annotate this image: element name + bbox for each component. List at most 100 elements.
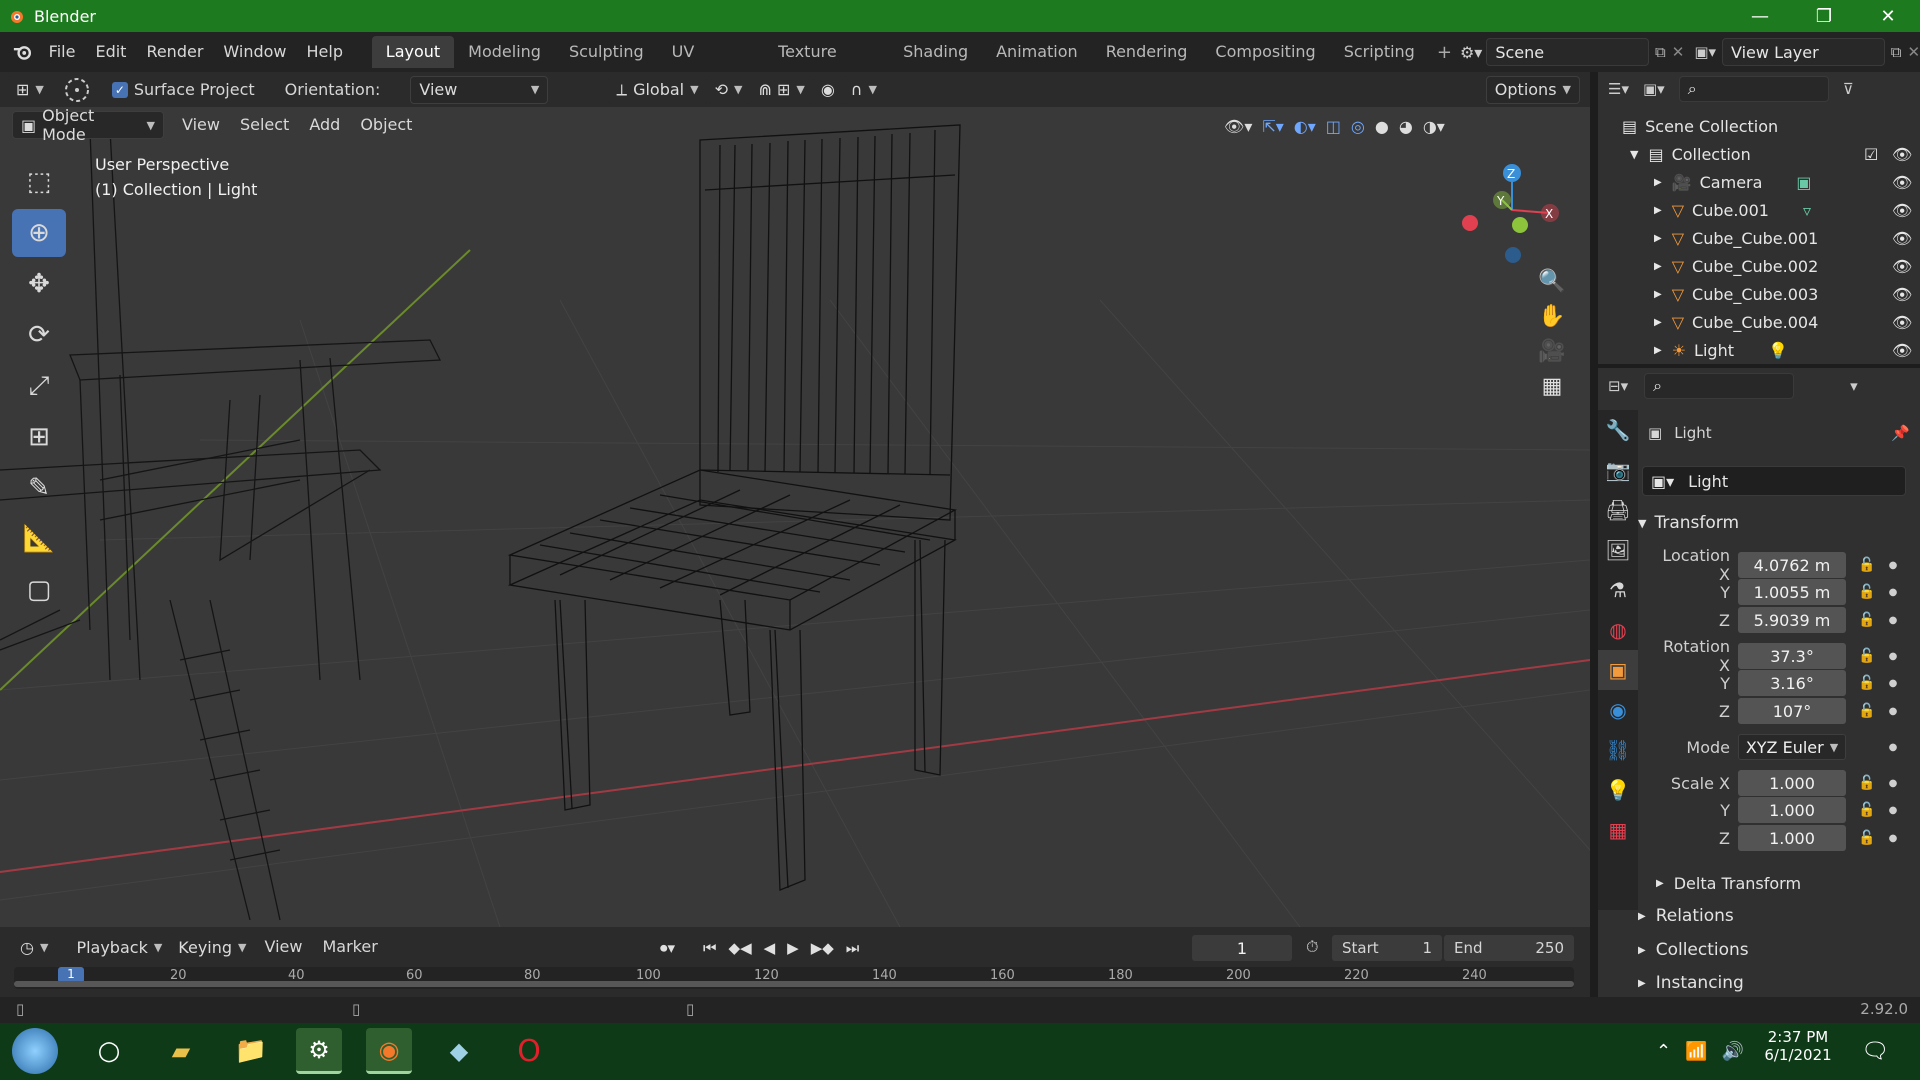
tab-sculpting[interactable]: Sculpting [555,36,658,68]
keyframe-dot-icon[interactable]: ● [1886,678,1900,689]
orientation-dropdown[interactable]: View ▼ [410,75,549,104]
start-frame-field[interactable]: Start 1 [1332,935,1442,961]
delete-view-layer-icon[interactable]: ✕ [1907,43,1920,61]
tab-uv-editing[interactable]: UV Editing [658,36,764,93]
pan-hand-icon[interactable]: ✋ [1538,304,1565,329]
pivot-point-icon[interactable]: ⟲ ▼ [706,75,751,104]
menu-help[interactable]: Help [297,37,353,67]
collection-row[interactable]: ▼ ▤ Collection ☑ 👁 [1598,140,1920,168]
relations-section[interactable]: ▶ Relations [1638,901,1920,931]
scene-selector[interactable]: Scene [1486,38,1650,66]
collection-visibility-icon[interactable]: 👁 [1892,145,1912,164]
visibility-icon[interactable]: 👁 [1892,201,1912,220]
end-frame-field[interactable]: End 250 [1444,935,1574,961]
scale-x-field[interactable]: 1.000 [1738,770,1846,796]
clock-icon[interactable]: ⏱ [1306,937,1318,957]
constraints-tab-icon[interactable]: ⛓ [1598,730,1638,770]
visibility-icon[interactable]: 👁 [1892,257,1912,276]
expand-arrow-icon[interactable]: ▶ [1654,345,1662,356]
visibility-icon[interactable]: 👁 [1892,341,1912,360]
keyframe-dot-icon[interactable]: ● [1886,805,1900,816]
keyframe-dot-icon[interactable]: ● [1886,651,1900,662]
next-keyframe-icon[interactable]: ▶◆ [811,939,834,957]
outliner-item-cube-cube-002[interactable]: ▶ ▽ Cube_Cube.002 👁 [1598,252,1920,280]
outliner-editor-icon[interactable]: ☰▾ [1608,80,1629,98]
lock-icon[interactable]: 🔓 [1856,775,1878,791]
transform-orientation-dropdown[interactable]: ⟂ Global ▼ [608,75,707,104]
annotate-tool-icon[interactable]: ✎ [12,464,66,512]
solid-shading-icon[interactable]: ● [1375,117,1389,136]
lock-icon[interactable]: 🔓 [1856,675,1878,691]
lock-icon[interactable]: 🔓 [1856,557,1878,573]
xray-icon[interactable]: ◫ [1326,117,1341,136]
properties-editor-icon[interactable]: ⊟▾ [1608,377,1628,395]
lock-icon[interactable]: 🔓 [1856,802,1878,818]
viewport-menu-view[interactable]: View [172,110,230,140]
rotation-z-field[interactable]: 107° [1738,698,1846,724]
blender-taskbar-icon[interactable]: ◉ [366,1028,412,1074]
cursor-tool-icon[interactable] [60,73,94,107]
output-tab-icon[interactable]: 🖨 [1598,490,1638,530]
view-layer-selector[interactable]: View Layer [1722,38,1885,66]
collections-section[interactable]: ▶ Collections [1638,935,1920,965]
view-layer-icon[interactable]: ▣▾ [1694,43,1716,61]
new-scene-icon[interactable]: ⧉ [1655,43,1666,61]
expand-arrow-icon[interactable]: ▶ [1654,177,1662,188]
tab-modeling[interactable]: Modeling [454,36,555,68]
proportional-edit-icon[interactable]: ◉ [812,75,843,104]
notification-icon[interactable]: 🗨 [1852,1028,1898,1074]
menu-edit[interactable]: Edit [85,37,136,67]
gizmo-icon[interactable]: ⇱▾ [1262,117,1283,136]
outliner-item-cube-cube-001[interactable]: ▶ ▽ Cube_Cube.001 👁 [1598,224,1920,252]
expand-arrow-icon[interactable]: ▶ [1654,205,1662,216]
timeline-marker-menu[interactable]: Marker [312,932,387,962]
filter-icon[interactable]: ⊽ [1843,80,1854,98]
light-data-tab-icon[interactable]: 💡 [1598,770,1638,810]
menu-window[interactable]: Window [213,37,296,67]
outliner-item-cube-cube-003[interactable]: ▶ ▽ Cube_Cube.003 👁 [1598,280,1920,308]
minimize-button[interactable]: — [1728,0,1792,32]
scene-collection-row[interactable]: ▤ Scene Collection [1598,112,1920,140]
viewport-menu-select[interactable]: Select [230,110,299,140]
record-icon[interactable]: ⏺▾ [660,939,675,957]
outliner-item-cube-001[interactable]: ▶ ▽ Cube.001 ▿ 👁 [1598,196,1920,224]
app-icon-2[interactable]: ◆ [436,1028,482,1074]
close-button[interactable]: ✕ [1856,0,1920,32]
material-shading-icon[interactable]: ◕ [1399,117,1413,136]
location-z-field[interactable]: 5.9039 m [1738,607,1846,633]
lock-icon[interactable]: 🔓 [1856,830,1878,846]
expand-arrow-icon[interactable]: ▶ [1654,289,1662,300]
tab-rendering[interactable]: Rendering [1092,36,1202,68]
tab-compositing[interactable]: Compositing [1201,36,1329,68]
expand-arrow-icon[interactable]: ▶ [1654,261,1662,272]
zoom-icon[interactable]: 🔍 [1538,269,1565,294]
rendered-shading-icon[interactable]: ◑▾ [1423,117,1445,136]
surface-project-checkbox[interactable]: ✓ [111,81,128,98]
move-tool-icon[interactable]: ✥ [12,260,66,308]
scale-tool-icon[interactable]: ⤢ [12,362,66,410]
play-icon[interactable]: ▶ [787,939,799,957]
maximize-button[interactable]: ❐ [1792,0,1856,32]
scale-z-field[interactable]: 1.000 [1738,825,1846,851]
display-mode-icon[interactable]: ▣▾ [1643,80,1665,98]
timeline-editor-type-icon[interactable]: ◷ ▼ [12,933,57,961]
keyframe-dot-icon[interactable]: ● [1886,587,1900,598]
transform-section-header[interactable]: ▼ Transform [1638,508,1920,538]
render-tab-icon[interactable]: 📷 [1598,450,1638,490]
expand-arrow-icon[interactable]: ▼ [1630,148,1638,161]
keyframe-dot-icon[interactable]: ● [1886,560,1900,571]
current-frame-field[interactable]: 1 [1192,935,1292,961]
tab-animation[interactable]: Animation [982,36,1092,68]
viewport-menu-object[interactable]: Object [350,110,422,140]
navigation-gizmo[interactable]: Z X Y [1452,155,1572,265]
add-cube-tool-icon[interactable]: ▢ [12,566,66,614]
options-dropdown[interactable]: Options ▼ [1485,75,1580,104]
lock-icon[interactable]: 🔓 [1856,584,1878,600]
select-box-tool-icon[interactable]: ⬚ [12,158,66,206]
delete-scene-icon[interactable]: ✕ [1672,43,1685,61]
tool-tab-icon[interactable]: 🔧 [1598,410,1638,450]
keying-menu[interactable]: Keying ▼ [170,933,255,961]
location-x-field[interactable]: 4.0762 m [1738,552,1846,578]
scene-icon[interactable]: ⚙▾ [1460,43,1482,62]
lock-icon[interactable]: 🔓 [1856,612,1878,628]
